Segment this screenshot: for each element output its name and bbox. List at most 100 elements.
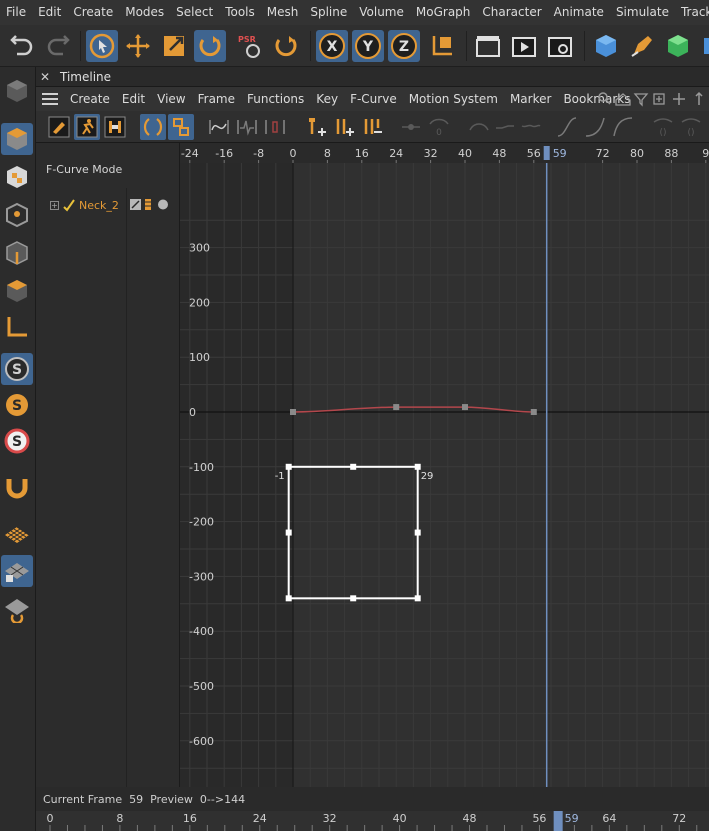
snap-button[interactable]: S — [1, 353, 33, 385]
bottom-ruler-label: 16 — [183, 812, 197, 825]
y-axis-button[interactable]: Y — [352, 30, 384, 62]
points-mode-button[interactable] — [1, 199, 33, 231]
menu-animate[interactable]: Animate — [548, 0, 610, 25]
preview-label: Preview — [150, 792, 193, 806]
pen-tool-button[interactable] — [626, 30, 658, 62]
spline-step-button[interactable] — [518, 114, 544, 140]
undo-button[interactable] — [6, 30, 38, 62]
menu-volume[interactable]: Volume — [353, 0, 410, 25]
ease-in-button[interactable] — [582, 114, 608, 140]
psr-button[interactable]: PSR — [232, 30, 264, 62]
menu-tracker[interactable]: Tracker — [675, 0, 709, 25]
subdivision-button[interactable] — [662, 30, 694, 62]
bottom-time-ruler[interactable]: 0 8 16 24 32 40 48 56 64 72 59 — [36, 811, 709, 831]
add-key-button[interactable] — [304, 114, 330, 140]
view-navigation-icons[interactable] — [596, 91, 709, 107]
menu-file[interactable]: File — [0, 0, 32, 25]
timeline-menu-marker[interactable]: Marker — [504, 92, 557, 106]
timeline-menu-frame[interactable]: Frame — [192, 92, 241, 106]
remove-keys-button[interactable] — [360, 114, 386, 140]
lock-tangents-button[interactable]: () — [678, 114, 704, 140]
axis-icon — [7, 317, 27, 337]
menu-tools[interactable]: Tools — [219, 0, 261, 25]
more-toolbar-button[interactable] — [698, 30, 709, 62]
key-value-button[interactable] — [262, 114, 288, 140]
render-view-button[interactable] — [472, 30, 504, 62]
zero-length-button[interactable]: 0 — [426, 114, 452, 140]
polygons-mode-button[interactable] — [1, 275, 33, 307]
add-keys-button[interactable] — [332, 114, 358, 140]
tangent-view-button[interactable] — [206, 114, 232, 140]
selection-handle — [350, 463, 357, 470]
menu-mograph[interactable]: MoGraph — [410, 0, 477, 25]
loop-button[interactable] — [140, 114, 166, 140]
expand-icon[interactable]: + — [50, 200, 59, 210]
fcurve-graph[interactable]: -24 -16 -8 0 8 16 24 32 40 48 56 72 80 88 9 300 200 100 0 -… — [180, 143, 709, 787]
fcurve-graph-svg[interactable]: -24 -16 -8 0 8 16 24 32 40 48 56 72 80 88 9 300 200 100 0 -… — [180, 143, 709, 787]
timeline-menu-create[interactable]: Create — [64, 92, 116, 106]
close-icon[interactable]: ✕ — [40, 70, 54, 84]
timeline-menu-motion-system[interactable]: Motion System — [403, 92, 504, 106]
scale-tool-button[interactable] — [158, 30, 190, 62]
menu-character[interactable]: Character — [476, 0, 547, 25]
x-axis-button[interactable]: X — [316, 30, 348, 62]
track-state-icons[interactable] — [130, 198, 174, 211]
pen-icon — [631, 36, 652, 57]
selection-handle — [414, 463, 421, 470]
fcurve-mode-button[interactable] — [74, 114, 100, 140]
menu-edit[interactable]: Edit — [32, 0, 67, 25]
spline-soft-icon — [469, 123, 489, 131]
break-tangents-button[interactable]: () — [650, 114, 676, 140]
grid-rotate-button[interactable] — [1, 593, 33, 625]
timeline-menu-edit[interactable]: Edit — [116, 92, 151, 106]
redo-button[interactable] — [42, 30, 74, 62]
model-mode-button[interactable] — [1, 123, 33, 155]
menu-mesh[interactable]: Mesh — [261, 0, 305, 25]
timeline-menu-key[interactable]: Key — [310, 92, 344, 106]
tree-row-neck[interactable]: + Neck_2 — [50, 197, 119, 213]
velocity-button[interactable] — [234, 114, 260, 140]
motion-mode-button[interactable] — [102, 114, 128, 140]
menu-spline[interactable]: Spline — [304, 0, 353, 25]
brackets-icon — [143, 118, 163, 136]
x-tick-label: -8 — [253, 147, 264, 160]
timeline-menu-view[interactable]: View — [151, 92, 191, 106]
render-settings-button[interactable] — [544, 30, 576, 62]
make-editable-button[interactable] — [1, 75, 33, 107]
keymode-button[interactable] — [46, 114, 72, 140]
z-axis-button[interactable]: Z — [388, 30, 420, 62]
zero-angle-button[interactable] — [398, 114, 424, 140]
select-tool-button[interactable] — [86, 30, 118, 62]
menu-modes[interactable]: Modes — [119, 0, 170, 25]
break-tangents-icon: () — [653, 118, 673, 138]
render-button[interactable] — [508, 30, 540, 62]
link-view-button[interactable] — [168, 114, 194, 140]
magnet-button[interactable] — [1, 471, 33, 503]
snap-settings-button[interactable]: S — [1, 389, 33, 421]
edges-mode-button[interactable] — [1, 237, 33, 269]
menu-simulate[interactable]: Simulate — [610, 0, 675, 25]
snap-red-button[interactable]: S — [1, 425, 33, 457]
menu-select[interactable]: Select — [170, 0, 219, 25]
texture-mode-button[interactable] — [1, 161, 33, 193]
keyframe-point — [290, 409, 296, 415]
coordinate-system-button[interactable] — [426, 30, 458, 62]
timeline-menu-functions[interactable]: Functions — [241, 92, 310, 106]
locked-grid-icon — [5, 563, 29, 582]
spline-soft-button[interactable] — [466, 114, 492, 140]
spline-linear-button[interactable] — [492, 114, 518, 140]
locked-workplane-button[interactable] — [1, 555, 33, 587]
move-tool-button[interactable] — [122, 30, 154, 62]
bottom-ruler-svg[interactable]: 0 8 16 24 32 40 48 56 64 72 59 — [36, 811, 709, 831]
menu-create[interactable]: Create — [67, 0, 119, 25]
hamburger-icon[interactable] — [42, 93, 58, 105]
rotate-tool-button[interactable] — [194, 30, 226, 62]
ease-ease-button[interactable] — [554, 114, 580, 140]
ease-out-button[interactable] — [610, 114, 636, 140]
timeline-menu-f-curve[interactable]: F-Curve — [344, 92, 403, 106]
cube-object-button[interactable] — [590, 30, 622, 62]
selection-handle — [285, 529, 292, 536]
axis-mode-button[interactable] — [1, 311, 33, 343]
recent-tool-button[interactable] — [270, 30, 302, 62]
workplane-button[interactable] — [1, 517, 33, 549]
